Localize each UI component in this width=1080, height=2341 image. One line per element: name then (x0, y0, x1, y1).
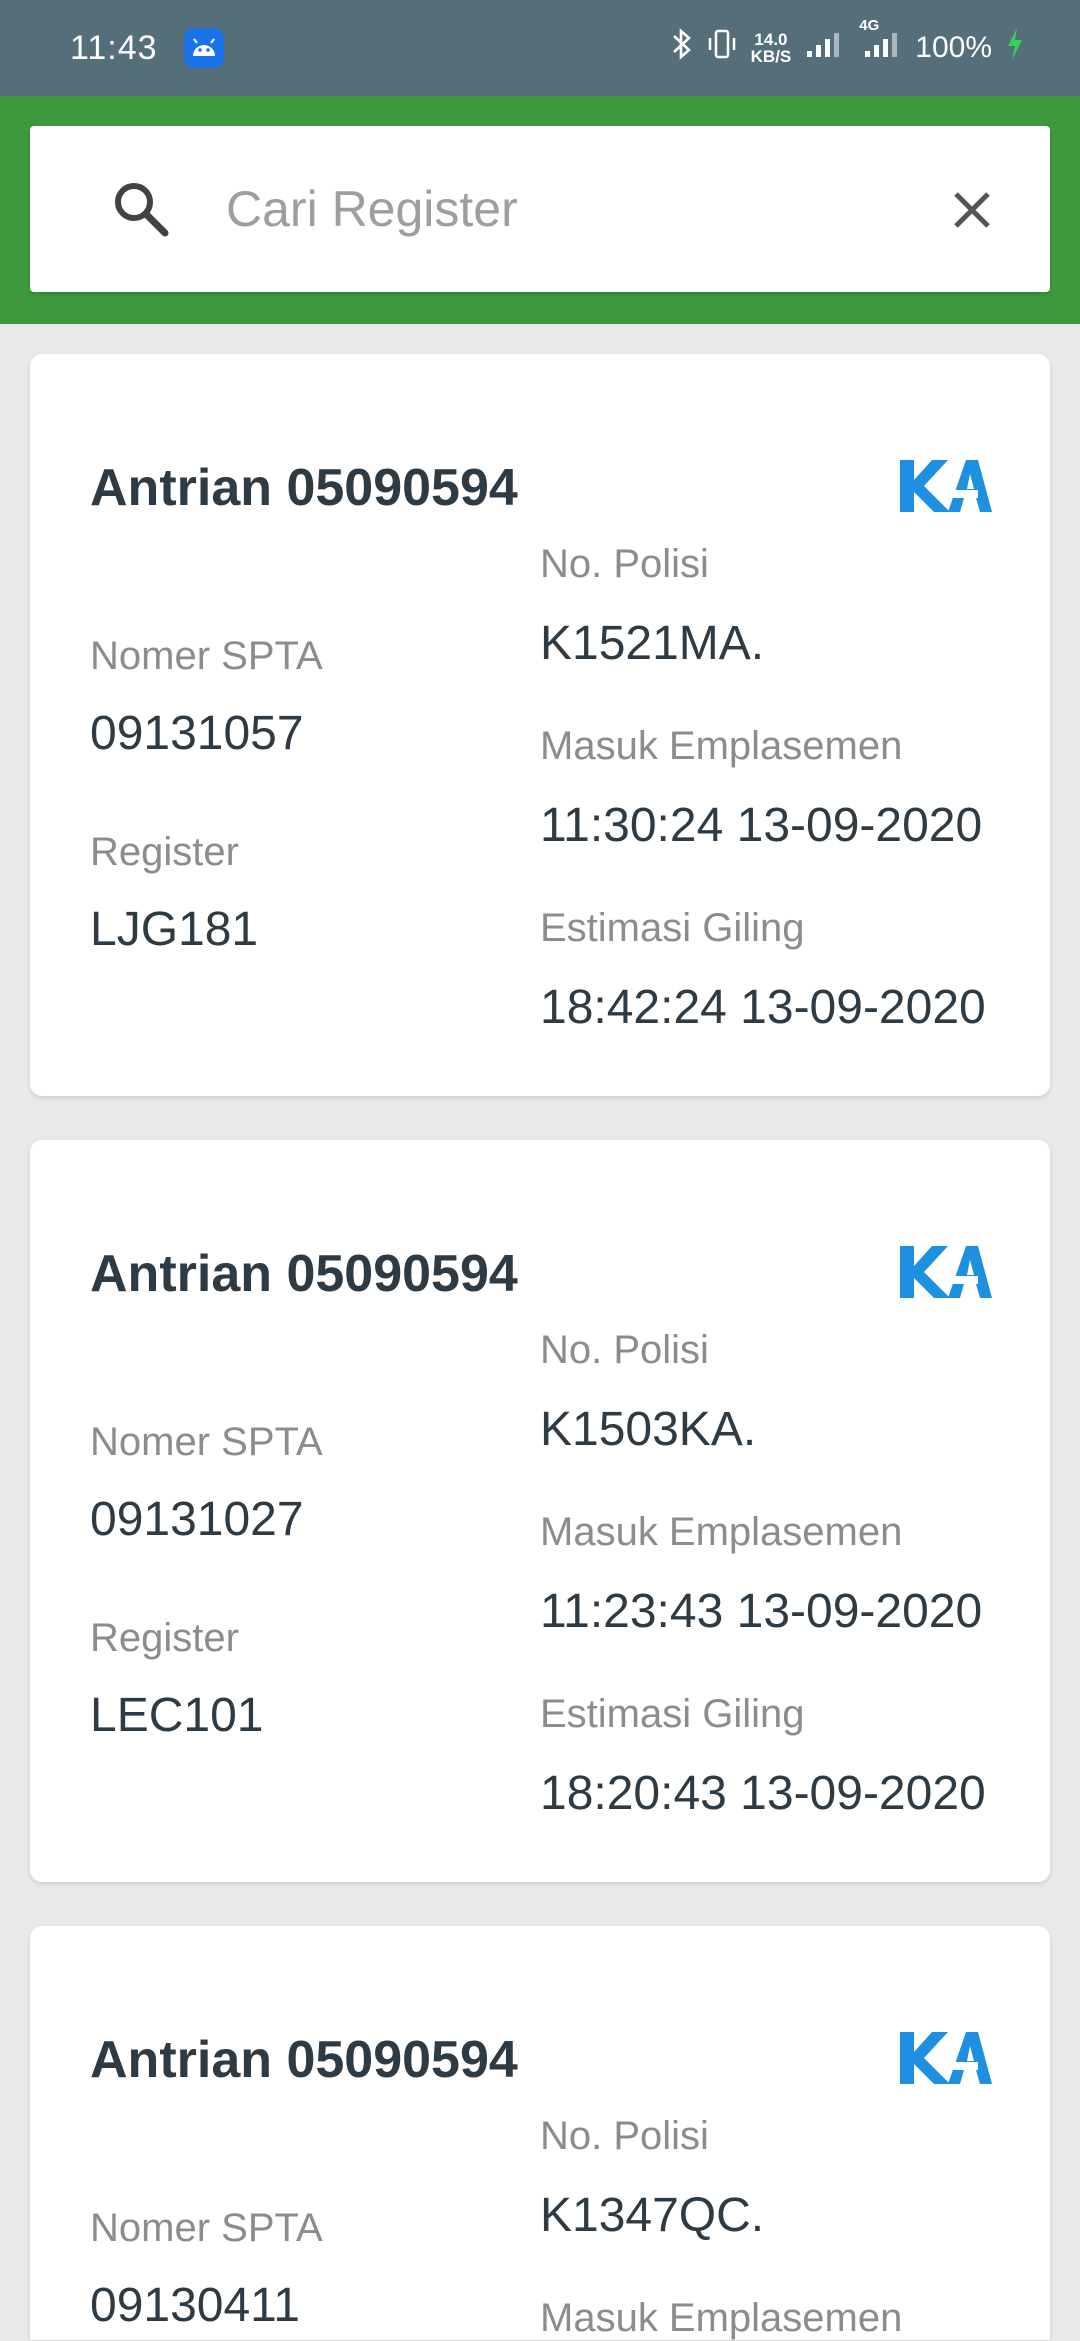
nomer-spta-label: Nomer SPTA (90, 634, 323, 678)
android-notification-icon (183, 28, 224, 68)
bluetooth-icon (671, 27, 693, 69)
masuk-emplasemen-label: Masuk Emplasemen (540, 724, 903, 768)
queue-card[interactable]: Antrian 05090594 No. Polisi K1503KA. Nom… (30, 1140, 1050, 1882)
search-icon[interactable] (112, 180, 170, 243)
search-input[interactable] (226, 166, 926, 252)
masuk-emplasemen-value: 11:23:43 13-09-2020 (540, 1585, 983, 1638)
register-label: Register (90, 830, 239, 874)
queue-card[interactable]: Antrian 05090594 No. Polisi K1347QC. Nom… (30, 1926, 1050, 2340)
queue-card[interactable]: Antrian 05090594 No. Polisi K1521MA. Nom… (30, 354, 1050, 1096)
ka-logo-icon (898, 458, 992, 519)
nomer-spta-label: Nomer SPTA (90, 2206, 323, 2250)
nomer-spta-value: 09131027 (90, 1493, 304, 1546)
register-label: Register (90, 1616, 239, 1660)
no-polisi-value: K1521MA. (540, 617, 765, 670)
masuk-emplasemen-label: Masuk Emplasemen (540, 2296, 903, 2340)
queue-title: Antrian 05090594 (90, 2031, 518, 2089)
battery-level: 100% (915, 31, 992, 64)
nomer-spta-value: 09130411 (90, 2279, 300, 2332)
estimasi-giling-label: Estimasi Giling (540, 906, 805, 950)
no-polisi-value: K1347QC. (540, 2189, 765, 2242)
nomer-spta-label: Nomer SPTA (90, 1420, 323, 1464)
estimasi-giling-label: Estimasi Giling (540, 1692, 805, 1736)
no-polisi-label: No. Polisi (540, 2114, 709, 2158)
estimasi-giling-value: 18:42:24 13-09-2020 (540, 981, 986, 1034)
network-4g-icon: 4G (855, 17, 901, 67)
masuk-emplasemen-value: 11:30:24 13-09-2020 (540, 799, 983, 852)
queue-title: Antrian 05090594 (90, 1245, 518, 1303)
net-speed: 14.0 KB/S (750, 30, 792, 66)
charging-icon (1006, 27, 1024, 69)
status-time: 11:43 (70, 28, 158, 67)
app-bar (0, 96, 1080, 324)
queue-title: Antrian 05090594 (90, 459, 518, 517)
estimasi-giling-value: 18:20:43 13-09-2020 (540, 1767, 986, 1820)
ka-logo-icon (898, 1244, 992, 1305)
no-polisi-value: K1503KA. (540, 1403, 757, 1456)
clear-search-icon[interactable] (942, 180, 1002, 240)
nomer-spta-value: 09131057 (90, 707, 304, 760)
ka-logo-icon (898, 2030, 992, 2091)
no-polisi-label: No. Polisi (540, 1328, 709, 1372)
signal-icon (805, 29, 841, 67)
no-polisi-label: No. Polisi (540, 542, 709, 586)
search-bar (30, 126, 1050, 292)
masuk-emplasemen-label: Masuk Emplasemen (540, 1510, 903, 1554)
register-value: LJG181 (90, 903, 259, 956)
register-value: LEC101 (90, 1689, 264, 1742)
status-bar: 11:43 14.0 KB/S 4G 100% (0, 0, 1080, 96)
vibrate-icon (707, 28, 737, 68)
